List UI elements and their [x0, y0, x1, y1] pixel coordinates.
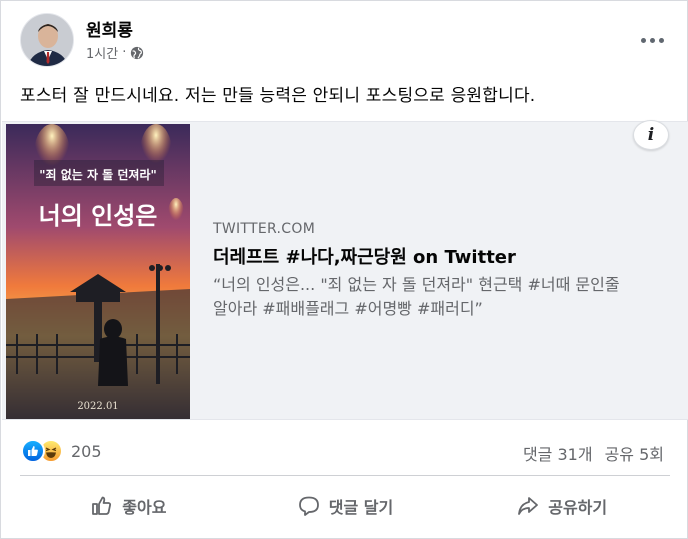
poster-tagline: "죄 없는 자 돌 던져라" [39, 167, 157, 182]
link-preview-card[interactable]: "죄 없는 자 돌 던져라" 너의 인성은 2022.01 TWITTER.CO… [2, 121, 688, 420]
share-button[interactable]: 공유하기 [453, 476, 670, 535]
like-reaction-icon [21, 439, 45, 463]
meta-separator: · [122, 45, 127, 60]
poster-image[interactable]: "죄 없는 자 돌 던져라" 너의 인성은 2022.01 [6, 124, 190, 419]
info-icon[interactable]: i [633, 120, 669, 150]
post-time[interactable]: 1시간 [86, 43, 118, 62]
link-description: “너의 인성은... "죄 없는 자 돌 던져라" 현근택 #너때 문인줄알아라… [213, 275, 620, 318]
facebook-post: 원희룡 1시간 · 포스터 잘 만드시네요. 저는 만들 능력은 안되니 포스팅… [0, 0, 688, 539]
comment-button-label: 댓글 달기 [328, 497, 394, 517]
avatar[interactable] [20, 13, 74, 67]
reactions-summary[interactable]: 205 [21, 439, 102, 463]
comment-button[interactable]: 댓글 달기 [237, 476, 454, 535]
link-domain: TWITTER.COM [213, 221, 316, 237]
poster-title: 너의 인성은 [39, 201, 158, 230]
share-count[interactable]: 공유 5회 [605, 441, 664, 465]
more-options-icon[interactable] [634, 25, 670, 55]
engagement-counts: 댓글 31개 공유 5회 [523, 441, 664, 465]
action-bar: 좋아요 댓글 달기 공유하기 [20, 475, 670, 535]
globe-icon[interactable] [130, 46, 144, 60]
comment-icon [298, 496, 319, 516]
post-meta: 1시간 · [86, 43, 144, 62]
poster-date: 2022.01 [77, 401, 118, 412]
author-name[interactable]: 원희룡 [86, 16, 133, 41]
reaction-count: 205 [71, 441, 102, 461]
share-button-label: 공유하기 [548, 497, 608, 517]
post-header: 원희룡 1시간 · [20, 13, 670, 69]
post-message: 포스터 잘 만드시네요. 저는 만들 능력은 안되니 포스팅으로 응원합니다. [20, 86, 536, 106]
like-button-label: 좋아요 [122, 497, 167, 517]
link-title[interactable]: 더레프트 #나다,짜근당원 on Twitter [213, 243, 516, 269]
comment-count[interactable]: 댓글 31개 [523, 441, 593, 465]
avatar-image [21, 14, 73, 66]
thumbs-up-icon [92, 496, 112, 515]
share-icon [518, 496, 539, 515]
like-button[interactable]: 좋아요 [20, 476, 237, 535]
